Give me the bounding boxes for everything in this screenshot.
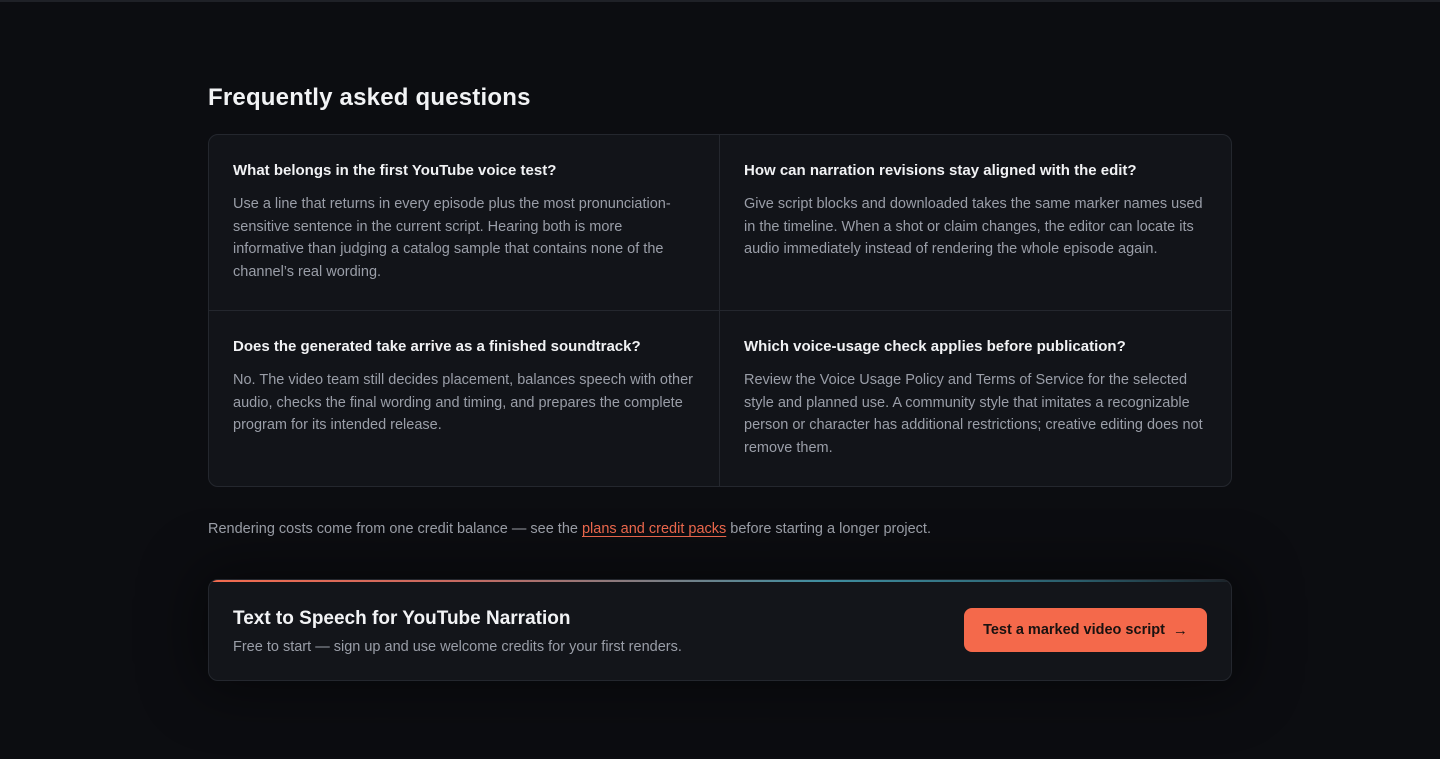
faq-question: How can narration revisions stay aligned… bbox=[744, 162, 1137, 179]
credits-note-prefix: Rendering costs come from one credit bal… bbox=[208, 521, 582, 537]
cta-subtitle: Free to start — sign up and use welcome … bbox=[233, 639, 682, 655]
test-script-button[interactable]: Test a marked video script → bbox=[964, 608, 1207, 652]
faq-item: How can narration revisions stay aligned… bbox=[720, 135, 1231, 311]
plans-and-credit-packs-link[interactable]: plans and credit packs bbox=[582, 521, 726, 537]
faq-heading: Frequently asked questions bbox=[208, 84, 531, 111]
top-divider bbox=[0, 0, 1440, 2]
cta-accent-bar bbox=[209, 580, 1231, 582]
faq-question: What belongs in the first YouTube voice … bbox=[233, 162, 557, 179]
credits-note-suffix: before starting a longer project. bbox=[726, 521, 931, 537]
credits-note: Rendering costs come from one credit bal… bbox=[208, 519, 931, 539]
faq-question: Does the generated take arrive as a fini… bbox=[233, 338, 641, 355]
arrow-right-icon: → bbox=[1172, 621, 1188, 639]
faq-question: Which voice-usage check applies before p… bbox=[744, 338, 1126, 355]
faq-item: Which voice-usage check applies before p… bbox=[720, 311, 1231, 486]
faq-item: What belongs in the first YouTube voice … bbox=[209, 135, 720, 311]
faq-answer: Give script blocks and downloaded takes … bbox=[744, 196, 1203, 258]
faq-item: Does the generated take arrive as a fini… bbox=[209, 311, 720, 486]
faq-answer: Use a line that returns in every episode… bbox=[233, 196, 671, 281]
faq-grid: What belongs in the first YouTube voice … bbox=[208, 134, 1232, 487]
cta-title: Text to Speech for YouTube Narration bbox=[233, 608, 571, 629]
faq-answer: No. The video team still decides placeme… bbox=[233, 372, 693, 434]
test-script-button-label: Test a marked video script bbox=[983, 622, 1165, 638]
cta-card: Text to Speech for YouTube Narration Fre… bbox=[208, 579, 1232, 681]
faq-answer: Review the Voice Usage Policy and Terms … bbox=[744, 372, 1203, 457]
